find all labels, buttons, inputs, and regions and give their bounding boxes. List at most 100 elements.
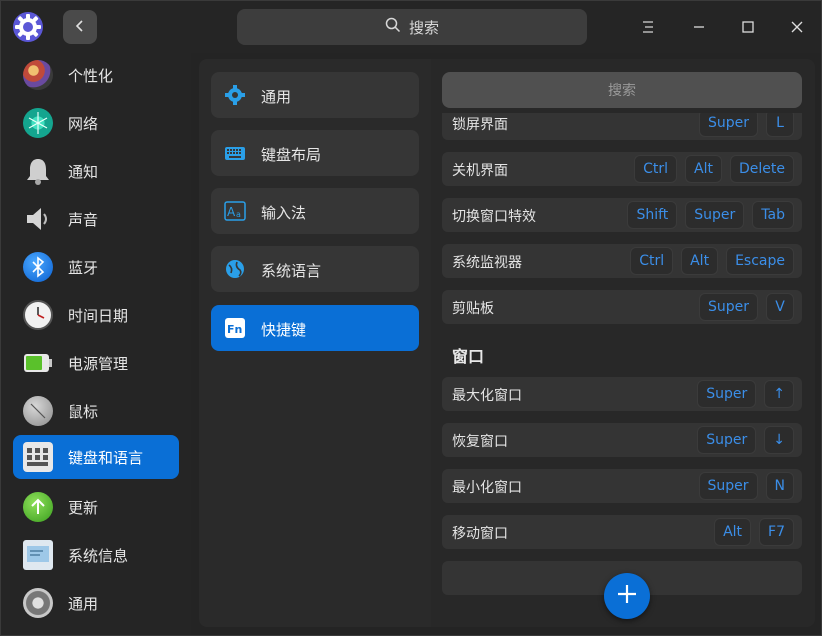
shortcut-label: 最大化窗口 xyxy=(452,388,522,404)
shortcut-row-clipboard[interactable]: 剪贴板 Super V xyxy=(442,290,802,324)
sidebar-item-system-info[interactable]: 系统信息 xyxy=(13,533,179,577)
shortcut-key: Ctrl xyxy=(630,247,674,275)
search-icon xyxy=(385,17,401,37)
shortcut-key: Alt xyxy=(685,155,722,183)
submenu-item-label: 通用 xyxy=(261,88,292,106)
network-icon xyxy=(23,108,53,138)
chevron-left-icon xyxy=(74,18,86,37)
sidebar-item-label: 通知 xyxy=(68,162,99,181)
submenu-item-shortcuts[interactable]: Fn 快捷键 xyxy=(211,305,419,351)
shortcut-row-maximize-window[interactable]: 最大化窗口 Super ↑ xyxy=(442,377,802,411)
section-title-window: 窗口 xyxy=(452,347,485,366)
shortcut-key: Escape xyxy=(726,247,794,275)
shortcut-key: Super xyxy=(697,380,757,408)
shortcut-row-shutdown[interactable]: 关机界面 Ctrl Alt Delete xyxy=(442,152,802,186)
titlebar: 搜索 xyxy=(1,1,821,53)
sidebar-item-label: 系统信息 xyxy=(68,546,129,565)
shortcut-keys[interactable]: Super ↑ xyxy=(697,380,794,408)
shortcut-keys[interactable]: Super V xyxy=(698,293,794,321)
sidebar-item-label: 声音 xyxy=(68,210,99,229)
submenu-item-keyboard-layout[interactable]: 键盘布局 xyxy=(211,130,419,176)
sidebar-item-notification[interactable]: 通知 xyxy=(13,149,179,193)
update-icon xyxy=(23,492,53,522)
clock-icon xyxy=(23,300,53,330)
sidebar-item-keyboard-language[interactable]: 键盘和语言 xyxy=(13,435,179,479)
keyboard-icon xyxy=(23,442,53,472)
sidebar-item-mouse[interactable]: 鼠标 xyxy=(13,389,179,433)
shortcut-keys[interactable]: Shift Super Tab xyxy=(627,201,794,229)
shortcut-key: Alt xyxy=(714,518,752,546)
speaker-icon xyxy=(23,204,53,234)
language-icon xyxy=(224,258,246,280)
shortcut-key: V xyxy=(766,293,794,321)
shortcut-search-placeholder: 搜索 xyxy=(608,83,636,99)
submenu-item-label: 输入法 xyxy=(261,204,307,222)
shortcut-key: Super xyxy=(685,201,745,229)
sidebar-item-general[interactable]: 通用 xyxy=(13,581,179,625)
submenu-item-general[interactable]: 通用 xyxy=(211,72,419,118)
sidebar-item-update[interactable]: 更新 xyxy=(13,485,179,529)
shortcut-row-minimize-window[interactable]: 最小化窗口 Super N xyxy=(442,469,802,503)
keyboard-layout-icon xyxy=(224,142,246,164)
submenu-item-label: 系统语言 xyxy=(261,262,322,280)
add-shortcut-button[interactable] xyxy=(604,573,650,619)
sidebar-item-label: 时间日期 xyxy=(68,306,129,325)
shortcut-row-lock-screen[interactable]: 锁屏界面 Super L xyxy=(442,113,802,140)
close-button[interactable] xyxy=(786,15,808,39)
general-icon xyxy=(23,588,53,618)
shortcut-keys[interactable]: Super N xyxy=(698,472,794,500)
sidebar-item-label: 网络 xyxy=(68,114,99,133)
shortcut-row-switch-window-effects[interactable]: 切换窗口特效 Shift Super Tab xyxy=(442,198,802,232)
shortcut-key: Tab xyxy=(752,201,794,229)
shortcut-keys[interactable]: Ctrl Alt Escape xyxy=(630,247,794,275)
bluetooth-icon xyxy=(23,252,53,282)
fn-key-icon: Fn xyxy=(224,317,246,339)
submenu-item-input-method[interactable]: Aa 输入法 xyxy=(211,188,419,234)
gear-icon xyxy=(224,84,246,106)
sidebar-item-label: 鼠标 xyxy=(68,402,99,421)
shortcut-key: ↑ xyxy=(764,380,794,408)
shortcut-keys[interactable]: Super ↓ xyxy=(697,426,794,454)
maximize-button[interactable] xyxy=(737,15,759,39)
sidebar-item-datetime[interactable]: 时间日期 xyxy=(13,293,179,337)
back-button[interactable] xyxy=(63,10,97,44)
shortcut-row-restore-window[interactable]: 恢复窗口 Super ↓ xyxy=(442,423,802,457)
shortcut-label: 系统监视器 xyxy=(452,255,522,271)
shortcut-search-input[interactable]: 搜索 xyxy=(442,72,802,108)
plus-icon xyxy=(616,583,638,609)
mouse-icon xyxy=(23,396,53,426)
top-search-box[interactable]: 搜索 xyxy=(237,9,587,45)
top-search-label: 搜索 xyxy=(408,18,439,37)
shortcut-row-system-monitor[interactable]: 系统监视器 Ctrl Alt Escape xyxy=(442,244,802,278)
sidebar-item-label: 键盘和语言 xyxy=(68,448,144,467)
submenu-item-label: 键盘布局 xyxy=(261,146,322,164)
keyboard-submenu: 通用 键盘布局 Aa 输入法 系统语言 Fn 快捷键 xyxy=(199,59,431,627)
sidebar: 个性化 网络 通知 声音 蓝牙 时间日期 电源管理 鼠标 键盘和语言 更新 系统… xyxy=(1,53,191,635)
sidebar-item-bluetooth[interactable]: 蓝牙 xyxy=(13,245,179,289)
bell-icon xyxy=(23,156,53,186)
sidebar-item-label: 更新 xyxy=(68,498,99,517)
shortcut-keys[interactable]: Super L xyxy=(698,113,794,137)
shortcut-keys[interactable]: Alt F7 xyxy=(714,518,794,546)
system-info-icon xyxy=(23,540,53,570)
shortcut-key: Super xyxy=(698,293,758,321)
sidebar-item-network[interactable]: 网络 xyxy=(13,101,179,145)
sidebar-item-label: 个性化 xyxy=(68,66,114,85)
svg-text:A: A xyxy=(227,205,236,219)
sidebar-item-power[interactable]: 电源管理 xyxy=(13,341,179,385)
shortcut-keys[interactable]: Ctrl Alt Delete xyxy=(634,155,794,183)
submenu-item-system-language[interactable]: 系统语言 xyxy=(211,246,419,292)
main-menu-button[interactable] xyxy=(637,15,659,39)
shortcut-row-move-window[interactable]: 移动窗口 Alt F7 xyxy=(442,515,802,549)
sidebar-item-label: 蓝牙 xyxy=(68,258,99,277)
sidebar-item-personalization[interactable]: 个性化 xyxy=(13,53,179,97)
svg-text:Fn: Fn xyxy=(227,323,242,336)
shortcut-key: Delete xyxy=(730,155,794,183)
shortcut-list[interactable]: 锁屏界面 Super L 关机界面 Ctrl Alt Delete 切换窗口特效… xyxy=(431,113,815,627)
control-center-logo-icon xyxy=(11,10,45,44)
battery-icon xyxy=(23,348,53,378)
svg-text:a: a xyxy=(236,210,241,219)
minimize-button[interactable] xyxy=(688,15,710,39)
sidebar-item-label: 通用 xyxy=(68,594,99,613)
sidebar-item-sound[interactable]: 声音 xyxy=(13,197,179,241)
